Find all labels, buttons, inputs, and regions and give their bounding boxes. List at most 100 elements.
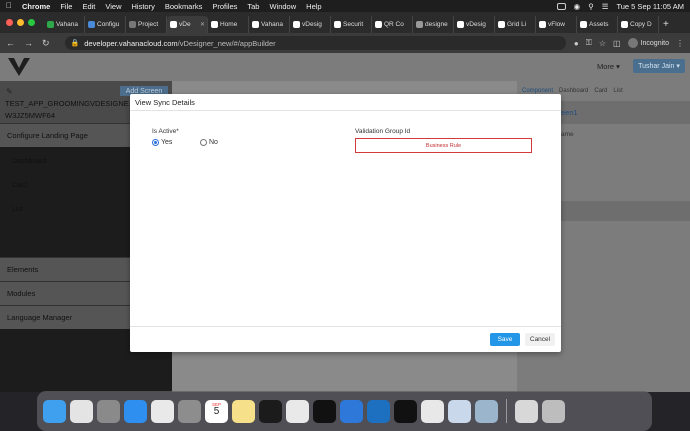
tab-favicon-icon bbox=[211, 21, 218, 28]
browser-tab[interactable]: vDesig bbox=[454, 16, 495, 33]
user-menu-button[interactable]: Tushar Jain ▾ bbox=[633, 59, 685, 73]
browser-tab[interactable]: designe bbox=[413, 16, 454, 33]
incognito-badge[interactable]: Incognito bbox=[627, 38, 669, 48]
control-center-icon[interactable]: ☰ bbox=[602, 2, 609, 11]
is-active-label: Is Active* bbox=[152, 128, 179, 135]
tab-dashboard[interactable]: Dashboard bbox=[559, 88, 588, 95]
menu-bookmarks[interactable]: Bookmarks bbox=[165, 2, 203, 11]
close-tab-icon[interactable]: ✕ bbox=[200, 21, 205, 28]
menu-app-name[interactable]: Chrome bbox=[22, 2, 50, 11]
url-field[interactable]: 🔒 developer.vahanacloud.com /vDesigner_n… bbox=[64, 36, 566, 50]
postman-icon[interactable] bbox=[286, 399, 309, 423]
sidepanel-icon[interactable]: ◫ bbox=[613, 39, 621, 48]
menu-window[interactable]: Window bbox=[269, 2, 296, 11]
tab-card[interactable]: Card bbox=[594, 88, 607, 95]
new-tab-button[interactable]: + bbox=[659, 16, 673, 33]
dock-separator bbox=[506, 399, 507, 423]
browser-tab[interactable]: Configu bbox=[85, 16, 126, 33]
browser-tab[interactable]: Vahana bbox=[249, 16, 290, 33]
reload-icon[interactable]: ↻ bbox=[42, 38, 50, 49]
tab-favicon-icon bbox=[252, 21, 259, 28]
tab-label: Securit bbox=[343, 21, 364, 28]
menu-edit[interactable]: Edit bbox=[82, 2, 95, 11]
more-menu[interactable]: More ▾ bbox=[597, 62, 620, 71]
radio-no[interactable]: No bbox=[200, 139, 218, 146]
star-icon[interactable]: ☆ bbox=[599, 39, 606, 48]
browser-tab[interactable]: QR Co bbox=[372, 16, 413, 33]
tab-favicon-icon bbox=[47, 21, 54, 28]
trash-icon[interactable] bbox=[542, 399, 565, 423]
tab-favicon-icon bbox=[170, 21, 177, 28]
activity-monitor-icon[interactable] bbox=[259, 399, 282, 423]
tab-label: Grid Li bbox=[507, 21, 527, 28]
location-icon[interactable]: ● bbox=[574, 39, 579, 48]
url-path: /vDesigner_new/#/appBuilder bbox=[177, 38, 276, 48]
menu-profiles[interactable]: Profiles bbox=[212, 2, 237, 11]
browser-tab[interactable]: Securit bbox=[331, 16, 372, 33]
browser-tab[interactable]: vDesig bbox=[290, 16, 331, 33]
tab-list[interactable]: List bbox=[613, 88, 622, 95]
zoom-window-icon[interactable] bbox=[28, 19, 35, 26]
edit-icon[interactable]: ✎ bbox=[6, 87, 13, 96]
tab-label: vDesig bbox=[466, 21, 486, 28]
menu-view[interactable]: View bbox=[105, 2, 121, 11]
close-window-icon[interactable] bbox=[6, 19, 13, 26]
key-icon[interactable]: ⚿ bbox=[586, 38, 592, 48]
tab-label: Vahana bbox=[261, 21, 283, 28]
intellij-icon[interactable] bbox=[394, 399, 417, 423]
safari-icon[interactable] bbox=[124, 399, 147, 423]
browser-tab[interactable]: vDe ✕ bbox=[167, 16, 208, 33]
menubar-clock[interactable]: Tue 5 Sep 11:05 AM bbox=[616, 2, 684, 11]
landing-item-card[interactable]: Card bbox=[12, 182, 27, 189]
browser-tab[interactable]: Assets bbox=[577, 16, 618, 33]
save-button[interactable]: Save bbox=[490, 333, 520, 346]
minimize-window-icon[interactable] bbox=[17, 19, 24, 26]
back-arrow-icon[interactable]: ← bbox=[6, 38, 15, 48]
landing-item-dashboard[interactable]: Dashboard bbox=[12, 158, 46, 165]
vscode-icon[interactable] bbox=[367, 399, 390, 423]
search-icon[interactable]: ⚲ bbox=[588, 2, 594, 11]
tab-favicon-icon bbox=[88, 21, 95, 28]
landing-item-list[interactable]: List bbox=[12, 206, 23, 213]
launchpad-icon[interactable] bbox=[70, 399, 93, 423]
xcode-icon[interactable] bbox=[340, 399, 363, 423]
lock-icon[interactable]: 🔒 bbox=[71, 39, 80, 47]
finder-icon[interactable] bbox=[43, 399, 66, 423]
photo-preview-icon[interactable] bbox=[97, 399, 120, 423]
cancel-button[interactable]: Cancel bbox=[525, 333, 555, 346]
validation-group-field[interactable]: Business Rule bbox=[355, 138, 532, 153]
tab-favicon-icon bbox=[580, 21, 587, 28]
menu-tab[interactable]: Tab bbox=[247, 2, 259, 11]
preview-icon[interactable] bbox=[448, 399, 471, 423]
menu-history[interactable]: History bbox=[132, 2, 155, 11]
menu-file[interactable]: File bbox=[60, 2, 72, 11]
system-preferences-icon[interactable] bbox=[178, 399, 201, 423]
terminal-icon[interactable] bbox=[313, 399, 336, 423]
notes-icon[interactable] bbox=[232, 399, 255, 423]
tab-label: Copy D bbox=[630, 21, 652, 28]
browser-tab[interactable]: Home bbox=[208, 16, 249, 33]
chrome-icon[interactable] bbox=[151, 399, 174, 423]
forward-arrow-icon[interactable]: → bbox=[24, 38, 33, 48]
radio-yes-dot[interactable] bbox=[152, 139, 159, 146]
kebab-menu-icon[interactable]: ⋮ bbox=[676, 39, 684, 48]
calendar-icon[interactable]: SEP 5 bbox=[205, 399, 228, 423]
radio-yes[interactable]: Yes bbox=[152, 139, 172, 146]
documents-icon[interactable] bbox=[515, 399, 538, 423]
incognito-label: Incognito bbox=[640, 39, 669, 47]
wifi-icon[interactable]: ◉ bbox=[574, 2, 581, 11]
browser-tab[interactable]: Copy D bbox=[618, 16, 659, 33]
browser-tab[interactable]: Project bbox=[126, 16, 167, 33]
quicktime-icon[interactable] bbox=[475, 399, 498, 423]
browser-tab[interactable]: vFlow bbox=[536, 16, 577, 33]
camera-icon[interactable] bbox=[556, 2, 566, 10]
textedit-icon[interactable] bbox=[421, 399, 444, 423]
tab-favicon-icon bbox=[539, 21, 546, 28]
app-name: TEST_APP_GROOMINGVDESIGNE... bbox=[5, 99, 136, 108]
browser-tab[interactable]: Grid Li bbox=[495, 16, 536, 33]
apple-icon[interactable]:  bbox=[6, 2, 14, 10]
tab-favicon-icon bbox=[416, 21, 423, 28]
radio-no-dot[interactable] bbox=[200, 139, 207, 146]
browser-tab[interactable]: Vahana bbox=[44, 16, 85, 33]
menu-help[interactable]: Help bbox=[306, 2, 321, 11]
